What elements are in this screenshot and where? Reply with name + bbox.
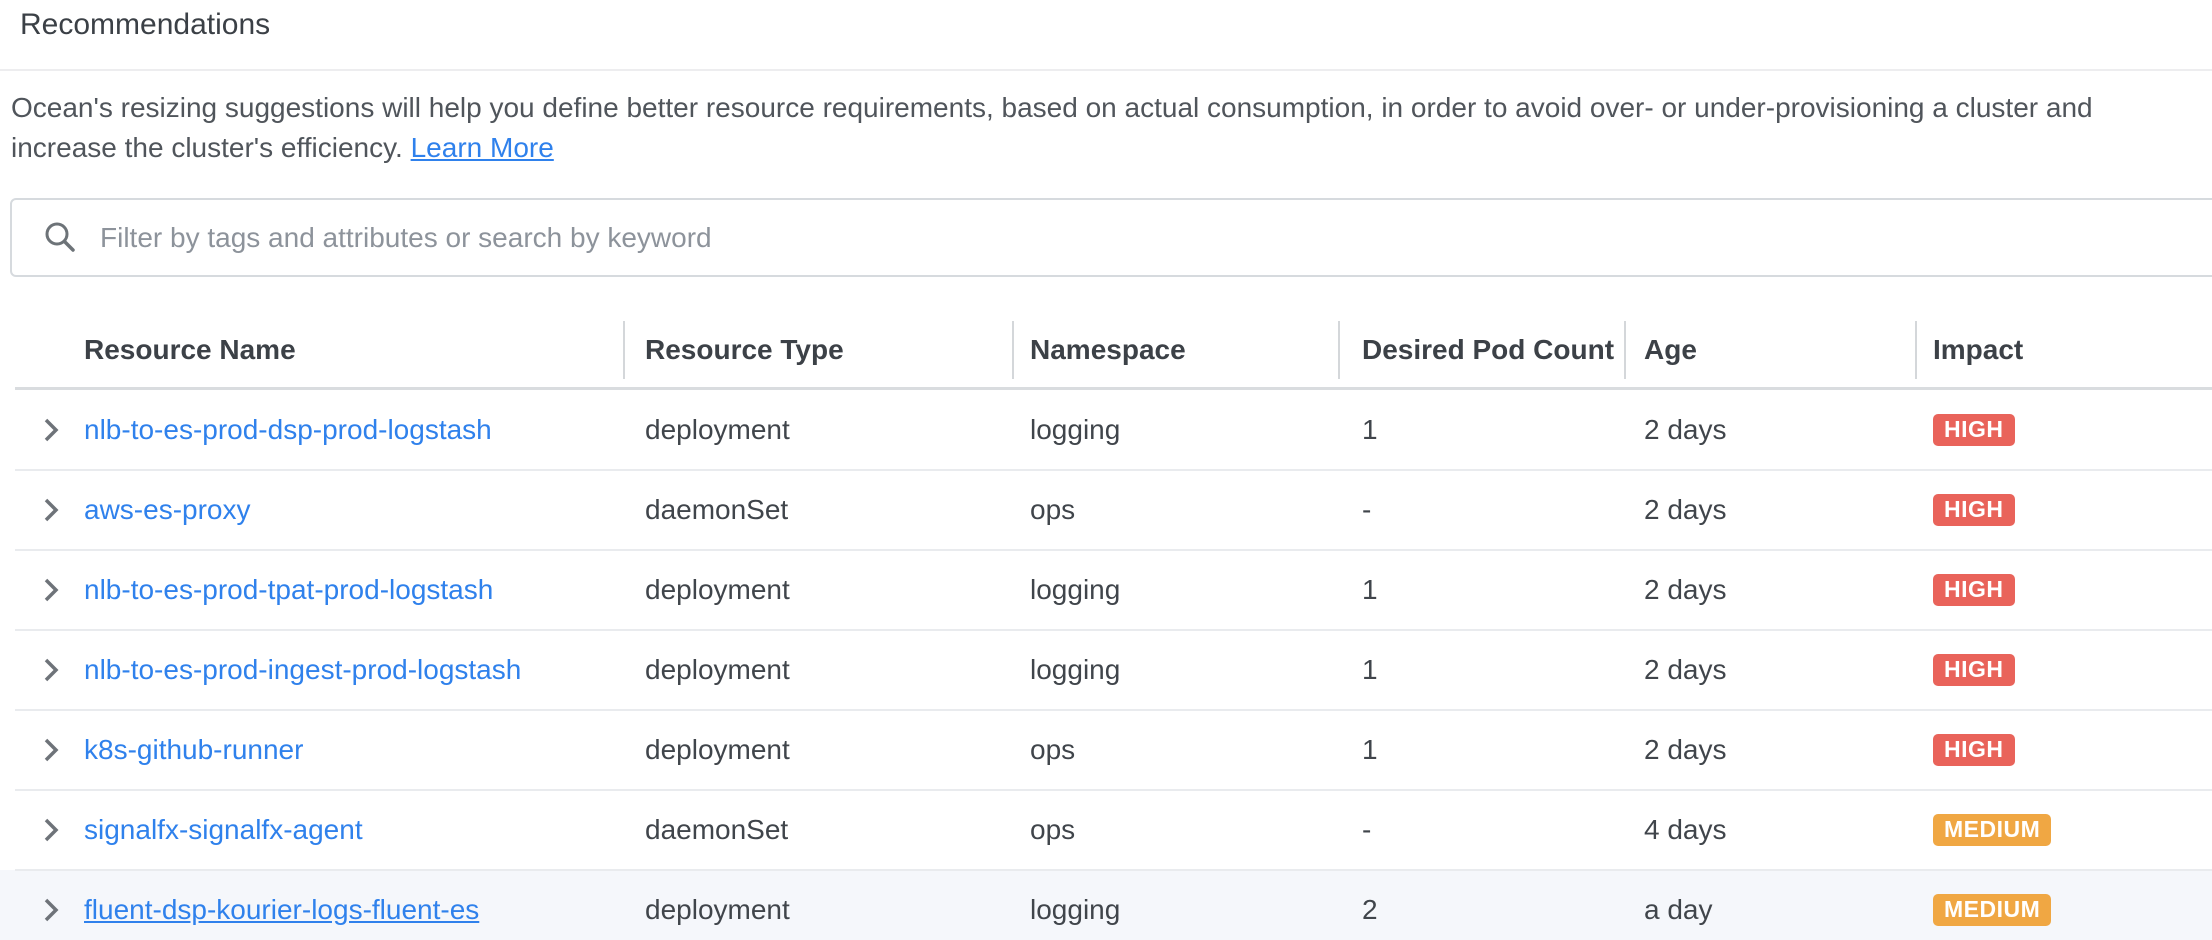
table-row[interactable]: aws-es-proxy daemonSet ops - 2 days HIGH — [0, 470, 2212, 550]
namespace-cell: ops — [1012, 470, 1338, 550]
desired-pod-count-cell: - — [1338, 790, 1624, 870]
desired-pod-count-cell: 1 — [1338, 710, 1624, 790]
recommendations-table: Resource Name Resource Type Namespace De… — [0, 310, 2212, 940]
resource-name-cell: signalfx-signalfx-agent — [0, 790, 623, 870]
resource-type-cell: daemonSet — [623, 470, 1012, 550]
recommendations-page: Recommendations Ocean's resizing suggest… — [0, 0, 2212, 940]
expand-chevron-icon[interactable] — [40, 575, 62, 605]
desired-pod-count-cell: 2 — [1338, 870, 1624, 940]
resource-name-cell: nlb-to-es-prod-ingest-prod-logstash — [0, 630, 623, 710]
impact-badge: HIGH — [1933, 494, 2015, 526]
expand-chevron-icon[interactable] — [40, 895, 62, 925]
page-description: Ocean's resizing suggestions will help y… — [11, 88, 2196, 168]
resource-name-link[interactable]: aws-es-proxy — [84, 494, 250, 526]
age-cell: a day — [1624, 870, 1915, 940]
age-cell: 2 days — [1624, 710, 1915, 790]
resource-type-cell: deployment — [623, 550, 1012, 630]
title-divider — [0, 69, 2212, 71]
resource-name-cell: aws-es-proxy — [0, 470, 623, 550]
expand-chevron-icon[interactable] — [40, 815, 62, 845]
impact-cell: MEDIUM — [1915, 790, 2212, 870]
table-row[interactable]: fluent-dsp-kourier-logs-fluent-es deploy… — [0, 870, 2212, 940]
impact-badge: MEDIUM — [1933, 894, 2051, 926]
impact-badge: HIGH — [1933, 734, 2015, 766]
resource-name-cell: nlb-to-es-prod-tpat-prod-logstash — [0, 550, 623, 630]
page-title: Recommendations — [20, 8, 270, 42]
impact-badge: HIGH — [1933, 414, 2015, 446]
column-header-impact: Impact — [1915, 310, 2212, 390]
learn-more-link[interactable]: Learn More — [411, 132, 554, 163]
age-cell: 2 days — [1624, 390, 1915, 470]
impact-badge: MEDIUM — [1933, 814, 2051, 846]
impact-cell: HIGH — [1915, 390, 2212, 470]
age-cell: 2 days — [1624, 550, 1915, 630]
expand-chevron-icon[interactable] — [40, 735, 62, 765]
resource-type-cell: deployment — [623, 870, 1012, 940]
description-text: Ocean's resizing suggestions will help y… — [11, 92, 2093, 163]
resource-type-cell: daemonSet — [623, 790, 1012, 870]
desired-pod-count-cell: - — [1338, 470, 1624, 550]
resource-type-cell: deployment — [623, 710, 1012, 790]
column-header-desired-pod-count: Desired Pod Count — [1338, 310, 1624, 390]
resource-name-link[interactable]: fluent-dsp-kourier-logs-fluent-es — [84, 894, 479, 926]
namespace-cell: logging — [1012, 870, 1338, 940]
resource-name-cell: nlb-to-es-prod-dsp-prod-logstash — [0, 390, 623, 470]
column-header-resource-type: Resource Type — [623, 310, 1012, 390]
column-header-namespace: Namespace — [1012, 310, 1338, 390]
impact-badge: HIGH — [1933, 654, 2015, 686]
table-row[interactable]: nlb-to-es-prod-dsp-prod-logstash deploym… — [0, 390, 2212, 470]
namespace-cell: ops — [1012, 790, 1338, 870]
namespace-cell: logging — [1012, 550, 1338, 630]
namespace-cell: logging — [1012, 630, 1338, 710]
table-body: nlb-to-es-prod-dsp-prod-logstash deploym… — [0, 390, 2212, 940]
desired-pod-count-cell: 1 — [1338, 550, 1624, 630]
resource-name-link[interactable]: k8s-github-runner — [84, 734, 303, 766]
namespace-cell: logging — [1012, 390, 1338, 470]
impact-cell: HIGH — [1915, 630, 2212, 710]
resource-name-link[interactable]: nlb-to-es-prod-tpat-prod-logstash — [84, 574, 493, 606]
filter-search-box[interactable] — [10, 198, 2212, 277]
resource-name-link[interactable]: nlb-to-es-prod-dsp-prod-logstash — [84, 414, 492, 446]
column-header-age: Age — [1624, 310, 1915, 390]
search-icon — [42, 220, 78, 256]
resource-name-link[interactable]: nlb-to-es-prod-ingest-prod-logstash — [84, 654, 521, 686]
column-header-resource-name: Resource Name — [0, 310, 623, 390]
age-cell: 2 days — [1624, 630, 1915, 710]
impact-cell: HIGH — [1915, 470, 2212, 550]
table-row[interactable]: nlb-to-es-prod-tpat-prod-logstash deploy… — [0, 550, 2212, 630]
desired-pod-count-cell: 1 — [1338, 630, 1624, 710]
search-input[interactable] — [100, 222, 2212, 254]
resource-type-cell: deployment — [623, 390, 1012, 470]
desired-pod-count-cell: 1 — [1338, 390, 1624, 470]
expand-chevron-icon[interactable] — [40, 655, 62, 685]
resource-type-cell: deployment — [623, 630, 1012, 710]
expand-chevron-icon[interactable] — [40, 495, 62, 525]
impact-cell: MEDIUM — [1915, 870, 2212, 940]
table-header-row: Resource Name Resource Type Namespace De… — [0, 310, 2212, 390]
age-cell: 2 days — [1624, 470, 1915, 550]
age-cell: 4 days — [1624, 790, 1915, 870]
table-row[interactable]: nlb-to-es-prod-ingest-prod-logstash depl… — [0, 630, 2212, 710]
table-row[interactable]: k8s-github-runner deployment ops 1 2 day… — [0, 710, 2212, 790]
resource-name-cell: fluent-dsp-kourier-logs-fluent-es — [0, 870, 623, 940]
impact-cell: HIGH — [1915, 550, 2212, 630]
table-row[interactable]: signalfx-signalfx-agent daemonSet ops - … — [0, 790, 2212, 870]
expand-chevron-icon[interactable] — [40, 415, 62, 445]
namespace-cell: ops — [1012, 710, 1338, 790]
resource-name-cell: k8s-github-runner — [0, 710, 623, 790]
impact-badge: HIGH — [1933, 574, 2015, 606]
resource-name-link[interactable]: signalfx-signalfx-agent — [84, 814, 363, 846]
impact-cell: HIGH — [1915, 710, 2212, 790]
